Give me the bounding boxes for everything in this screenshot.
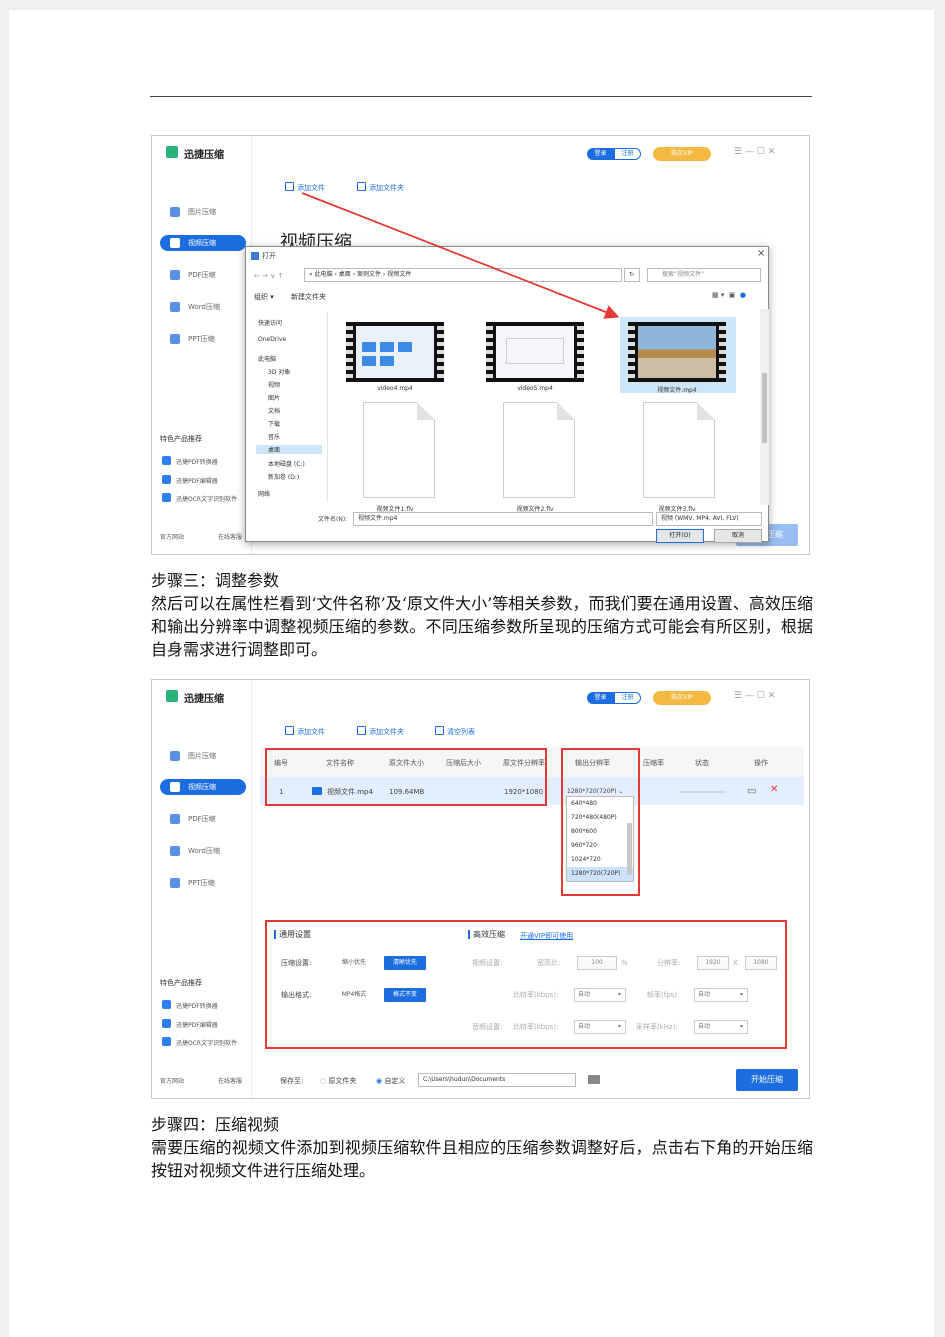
audio-bitrate-select[interactable]: 自动 ▾ <box>574 1020 626 1034</box>
chevron-down-icon: ▾ <box>617 1023 621 1030</box>
start-compress-button[interactable]: 开始压缩 <box>736 1069 798 1091</box>
annotation-arrow <box>301 192 620 319</box>
save-original-radio[interactable]: ○ 原文件夹 <box>320 1076 356 1086</box>
delete-icon[interactable]: ✕ <box>770 784 778 795</box>
step4-heading: 步骤四：压缩视频 <box>151 1115 280 1134</box>
col-header: 压缩率 <box>643 759 664 767</box>
video-settings-label: 视频设置: <box>472 959 503 967</box>
screenshot-settings: 迅捷压缩 图片压缩 视频压缩 PDF压缩 Word压缩 PPT压缩 特色产品推荐… <box>151 679 810 1099</box>
format-keep-button[interactable]: 格式不变 <box>384 988 426 1002</box>
clear-list-button[interactable]: 清空列表 <box>435 726 475 737</box>
sidebar: 迅捷压缩 图片压缩 视频压缩 PDF压缩 Word压缩 PPT压缩 特色产品推荐… <box>152 680 252 1098</box>
vip-button[interactable]: 购买VIP <box>653 691 711 705</box>
width-input[interactable]: 1920 <box>697 956 729 970</box>
sidebar-item-video[interactable]: 视频压缩 <box>160 779 246 795</box>
height-input[interactable]: 1080 <box>745 956 777 970</box>
col-header: 状态 <box>695 759 709 767</box>
support-link[interactable]: 在线客服 <box>218 1076 242 1085</box>
save-to-label: 保存至: <box>280 1077 304 1085</box>
browse-folder-icon[interactable] <box>588 1075 600 1084</box>
recommend-title: 特色产品推荐 <box>160 979 202 987</box>
add-folder-button[interactable]: 添加文件夹 <box>357 726 404 737</box>
format-mp4-button[interactable]: MP4格式 <box>334 988 374 1002</box>
step3-body: 然后可以在属性栏看到‘文件名称’及‘原文件大小’等相关参数，而我们要在通用设置、… <box>151 594 813 659</box>
section-marker <box>274 930 276 939</box>
ocr-icon <box>162 1037 171 1046</box>
col-header: 操作 <box>754 759 768 767</box>
official-site-link[interactable]: 官方网站 <box>160 1076 184 1085</box>
window-controls[interactable]: ☰ — ☐ ✕ <box>734 691 775 701</box>
screenshot-open-dialog: 迅捷压缩 图片压缩 视频压缩 PDF压缩 Word压缩 PPT压缩 特色产品推荐… <box>151 135 810 555</box>
product-link[interactable]: 迅捷OCR文字识别软件 <box>176 1038 237 1047</box>
output-format-label: 输出格式: <box>281 991 312 999</box>
efficient-title: 高效压缩 <box>473 930 505 939</box>
login-button[interactable]: 登录 <box>587 692 614 704</box>
bitrate-select[interactable]: 自动 ▾ <box>574 988 626 1002</box>
compress-mode-label: 压缩设置: <box>281 959 312 967</box>
fps-label: 帧率(fps): <box>647 991 680 999</box>
audio-bitrate-label: 比特率(kbps): <box>513 1023 559 1031</box>
app-title: 迅捷压缩 <box>184 694 224 705</box>
mode-smaller-button[interactable]: 缩小优先 <box>334 956 374 970</box>
add-file-button[interactable]: 添加文件 <box>285 726 325 737</box>
chevron-down-icon: ▾ <box>739 1023 743 1030</box>
register-button[interactable]: 注册 <box>614 692 641 704</box>
add-folder-icon <box>357 726 366 735</box>
progress-bar <box>680 791 726 793</box>
bitrate-label: 比特率(kbps): <box>513 991 559 999</box>
sample-rate-label: 采样率(kHz): <box>636 1023 678 1031</box>
step4-body: 需要压缩的视频文件添加到视频压缩软件且相应的压缩参数调整好后，点击右下角的开始压… <box>151 1138 813 1180</box>
folder-icon[interactable]: ▭ <box>747 786 756 797</box>
percent-unit: % <box>621 959 628 967</box>
chevron-down-icon: ▾ <box>617 991 621 998</box>
vip-link[interactable]: 开通VIP即可使用 <box>520 932 573 941</box>
video-icon <box>170 782 180 792</box>
app-logo-icon <box>166 690 178 702</box>
sidebar-item-image[interactable]: 图片压缩 <box>160 748 246 764</box>
pdf-editor-icon <box>162 1019 171 1028</box>
general-settings-title: 通用设置 <box>279 930 311 939</box>
save-custom-radio[interactable]: ◉ 自定义 <box>376 1076 405 1086</box>
sidebar-item-word[interactable]: Word压缩 <box>160 843 246 859</box>
audio-settings-label: 音频设置: <box>472 1023 503 1031</box>
ppt-icon <box>170 878 180 888</box>
step3-heading: 步骤三：调整参数 <box>151 571 280 590</box>
chevron-down-icon: ▾ <box>739 991 743 998</box>
mode-clearer-button[interactable]: 清晰优先 <box>384 956 426 970</box>
trash-icon <box>435 726 444 735</box>
sidebar-item-pdf[interactable]: PDF压缩 <box>160 811 246 827</box>
word-icon <box>170 846 180 856</box>
resolution-label: 分辨率: <box>657 959 681 967</box>
section-marker <box>468 930 470 939</box>
fps-select[interactable]: 自动 ▾ <box>694 988 748 1002</box>
aspect-ratio-label: 宽高比: <box>537 959 561 967</box>
pdf-icon <box>170 814 180 824</box>
add-file-icon <box>285 726 294 735</box>
times-sign: X <box>733 959 738 967</box>
pdf-converter-icon <box>162 1000 171 1009</box>
header-rule <box>150 96 812 97</box>
save-path-input[interactable]: C:\Users\hudun\Documents <box>418 1073 576 1087</box>
product-link[interactable]: 迅捷PDF编辑器 <box>176 1020 218 1029</box>
sample-rate-select[interactable]: 自动 ▾ <box>694 1020 748 1034</box>
highlight-output-resolution <box>561 748 640 896</box>
sidebar-item-ppt[interactable]: PPT压缩 <box>160 875 246 891</box>
product-link[interactable]: 迅捷PDF转换器 <box>176 1001 218 1010</box>
highlight-properties <box>265 748 547 806</box>
image-icon <box>170 751 180 761</box>
aspect-ratio-input[interactable]: 100 <box>577 956 617 970</box>
